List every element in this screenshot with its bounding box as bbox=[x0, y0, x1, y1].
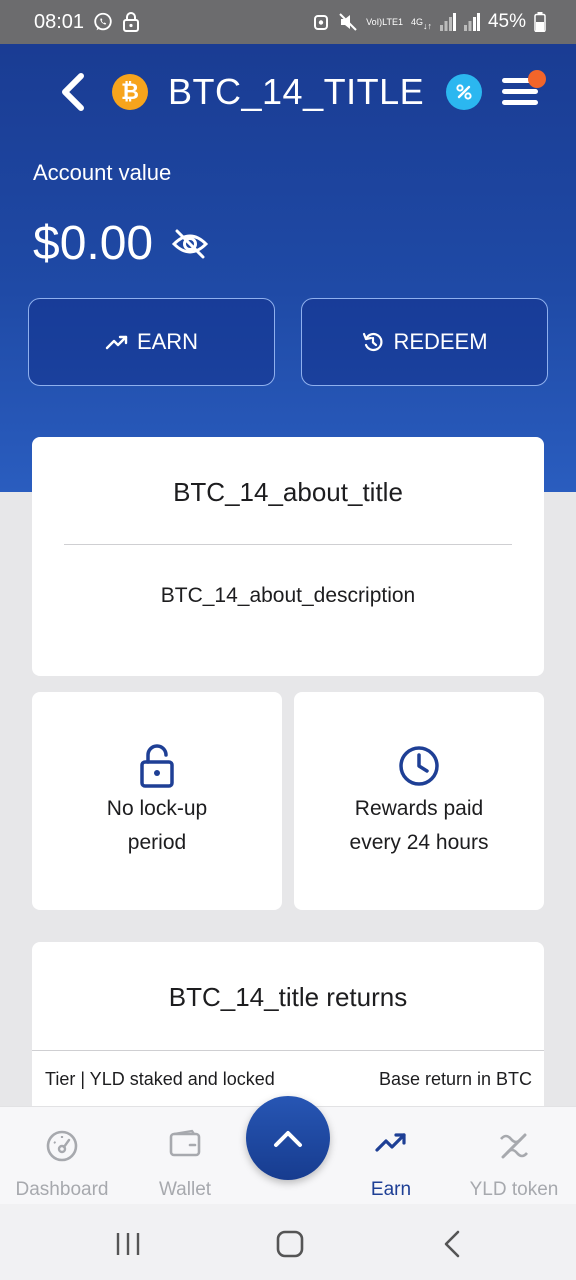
page-title: BTC_14_TITLE bbox=[168, 71, 425, 112]
status-time: 08:01 bbox=[34, 10, 85, 33]
earn-button[interactable]: EARN bbox=[28, 298, 275, 386]
clock-icon bbox=[294, 744, 544, 788]
no-lockup-line1: No lock-up bbox=[106, 797, 208, 820]
rewards-text: Rewards paid every 24 hours bbox=[294, 792, 544, 860]
status-bar: 08:01 VoI) LTE1 4G ↓↑ 45% bbox=[0, 0, 576, 44]
alarm-icon bbox=[312, 12, 330, 32]
signal-icon-2 bbox=[463, 13, 480, 31]
home-button[interactable] bbox=[270, 1224, 310, 1264]
signal-icon-1 bbox=[439, 13, 456, 31]
app-header: ₿ BTC_14_TITLE bbox=[0, 64, 576, 118]
network-4g: 4G bbox=[410, 16, 423, 27]
nav-earn-label: Earn bbox=[370, 1179, 412, 1200]
recents-button[interactable] bbox=[108, 1224, 148, 1264]
nav-yld-token[interactable]: YLD token bbox=[454, 1107, 574, 1205]
hamburger-bar bbox=[502, 89, 538, 94]
mute-icon bbox=[338, 12, 358, 32]
divider bbox=[32, 1050, 544, 1051]
battery-percent: 45% bbox=[487, 11, 526, 32]
no-lockup-line2: period bbox=[127, 831, 187, 854]
wallet-icon bbox=[125, 1129, 245, 1163]
system-nav-bar bbox=[0, 1204, 576, 1280]
account-hero: ₿ BTC_14_TITLE Account value $0.00 EARN … bbox=[0, 44, 576, 492]
nav-dashboard-label: Dashboard bbox=[15, 1179, 109, 1200]
nav-earn[interactable]: Earn bbox=[331, 1107, 451, 1205]
system-back-button[interactable] bbox=[432, 1224, 472, 1264]
redeem-button-label: REDEEM bbox=[393, 329, 488, 354]
lte-indicator: VoI) LTE1 bbox=[366, 16, 403, 27]
status-left: 08:01 bbox=[34, 11, 140, 34]
lte-bottom: LTE1 bbox=[382, 16, 403, 27]
battery-icon bbox=[534, 12, 546, 32]
nav-wallet[interactable]: Wallet bbox=[125, 1107, 245, 1205]
chevron-up-icon bbox=[274, 1131, 302, 1147]
chevron-left-icon bbox=[62, 73, 84, 111]
menu-button[interactable] bbox=[500, 70, 546, 112]
lock-status-icon bbox=[122, 12, 140, 32]
base-return-column-header: Base return in BTC bbox=[378, 1069, 532, 1089]
percent-icon[interactable] bbox=[446, 74, 482, 110]
eye-off-icon[interactable] bbox=[170, 224, 210, 264]
tier-column-header: Tier | YLD staked and locked bbox=[45, 1069, 275, 1089]
unlock-icon bbox=[32, 744, 282, 788]
status-right: VoI) LTE1 4G ↓↑ 45% bbox=[312, 11, 546, 33]
network-type: 4G ↓↑ bbox=[410, 16, 432, 31]
returns-title: BTC_14_title returns bbox=[168, 982, 408, 1012]
account-value: $0.00 bbox=[33, 217, 154, 270]
rewards-card: Rewards paid every 24 hours bbox=[294, 692, 544, 910]
about-title: BTC_14_about_title bbox=[173, 477, 403, 507]
yld-token-icon bbox=[454, 1129, 574, 1163]
back-icon bbox=[444, 1230, 460, 1258]
dashboard-icon bbox=[2, 1129, 122, 1163]
whatsapp-icon bbox=[92, 11, 114, 33]
notification-dot bbox=[528, 70, 546, 88]
scroll-up-button[interactable] bbox=[246, 1096, 330, 1180]
about-card: BTC_14_about_title BTC_14_about_descript… bbox=[32, 437, 544, 676]
coin-symbol: ₿ bbox=[121, 79, 139, 104]
lte-top: VoI) bbox=[366, 16, 383, 27]
trending-up-icon bbox=[105, 335, 128, 350]
rewards-line1: Rewards paid bbox=[354, 797, 484, 820]
hamburger-bar bbox=[502, 100, 538, 105]
earn-button-label: EARN bbox=[136, 329, 199, 354]
no-lockup-card: No lock-up period bbox=[32, 692, 282, 910]
bitcoin-icon: ₿ bbox=[112, 74, 148, 110]
account-value-label: Account value bbox=[33, 160, 172, 185]
redeem-button[interactable]: REDEEM bbox=[301, 298, 548, 386]
recents-icon bbox=[116, 1233, 140, 1255]
home-icon bbox=[276, 1230, 304, 1258]
nav-yld-label: YLD token bbox=[469, 1179, 559, 1200]
back-button[interactable] bbox=[52, 72, 92, 112]
nav-dashboard[interactable]: Dashboard bbox=[2, 1107, 122, 1205]
trending-up-icon bbox=[331, 1129, 451, 1163]
about-description: BTC_14_about_description bbox=[160, 584, 416, 607]
history-icon bbox=[363, 332, 383, 352]
divider bbox=[64, 544, 512, 545]
nav-wallet-label: Wallet bbox=[158, 1179, 212, 1200]
rewards-line2: every 24 hours bbox=[349, 831, 489, 854]
no-lockup-text: No lock-up period bbox=[32, 792, 282, 860]
screen: 08:01 VoI) LTE1 4G ↓↑ 45% ₿ BTC_14_TITLE… bbox=[0, 0, 576, 1280]
